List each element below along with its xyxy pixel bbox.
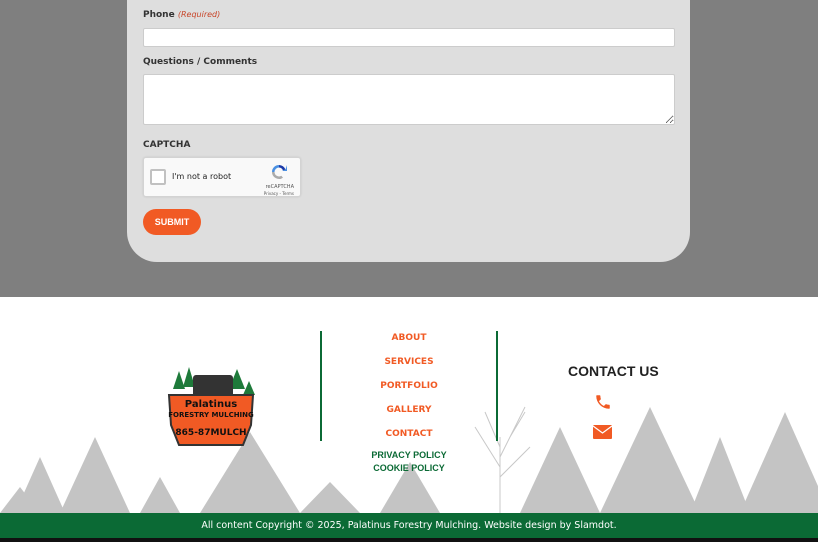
comments-textarea[interactable]: [143, 74, 675, 125]
bottom-edge: [0, 538, 818, 542]
svg-text:Palatinus: Palatinus: [185, 399, 237, 410]
svg-text:FORESTRY MULCHING: FORESTRY MULCHING: [168, 411, 254, 419]
footer-link-services[interactable]: SERVICES: [384, 357, 433, 367]
footer-link-gallery[interactable]: GALLERY: [387, 405, 432, 415]
recaptcha-links[interactable]: Privacy - Terms: [264, 191, 294, 196]
contact-us-heading: CONTACT US: [568, 363, 659, 379]
company-logo: Palatinus FORESTRY MULCHING 865-87MULCH: [167, 367, 255, 446]
svg-text:865-87MULCH: 865-87MULCH: [175, 428, 246, 438]
cookie-policy-link[interactable]: COOKIE POLICY: [373, 463, 445, 473]
footer-link-contact[interactable]: CONTACT: [386, 429, 433, 439]
phone-input[interactable]: [143, 28, 675, 47]
envelope-icon[interactable]: [593, 425, 612, 439]
phone-icon[interactable]: [594, 393, 612, 411]
footer-link-portfolio[interactable]: PORTFOLIO: [380, 381, 437, 391]
divider: [496, 331, 498, 441]
copyright-bar: All content Copyright © 2025, Palatinus …: [0, 513, 818, 538]
form-section: Phone (Required) Questions / Comments CA…: [0, 0, 818, 297]
privacy-policy-link[interactable]: PRIVACY POLICY: [371, 450, 446, 460]
captcha-checkbox[interactable]: [150, 169, 166, 185]
comments-label: Questions / Comments: [143, 57, 258, 67]
recaptcha-logo-icon: [272, 165, 287, 179]
submit-button[interactable]: SUBMIT: [143, 209, 201, 235]
phone-label: Phone (Required): [143, 10, 221, 20]
captcha-text: I'm not a robot: [172, 172, 232, 181]
divider: [320, 331, 322, 441]
recaptcha-brand: reCAPTCHA: [265, 184, 294, 190]
footer: Palatinus FORESTRY MULCHING 865-87MULCH …: [0, 297, 818, 513]
recaptcha-widget: I'm not a robot reCAPTCHA Privacy - Term…: [143, 157, 301, 197]
captcha-label: CAPTCHA: [143, 140, 191, 150]
footer-link-about[interactable]: ABOUT: [392, 333, 427, 343]
contact-form: Phone (Required) Questions / Comments CA…: [127, 0, 690, 262]
